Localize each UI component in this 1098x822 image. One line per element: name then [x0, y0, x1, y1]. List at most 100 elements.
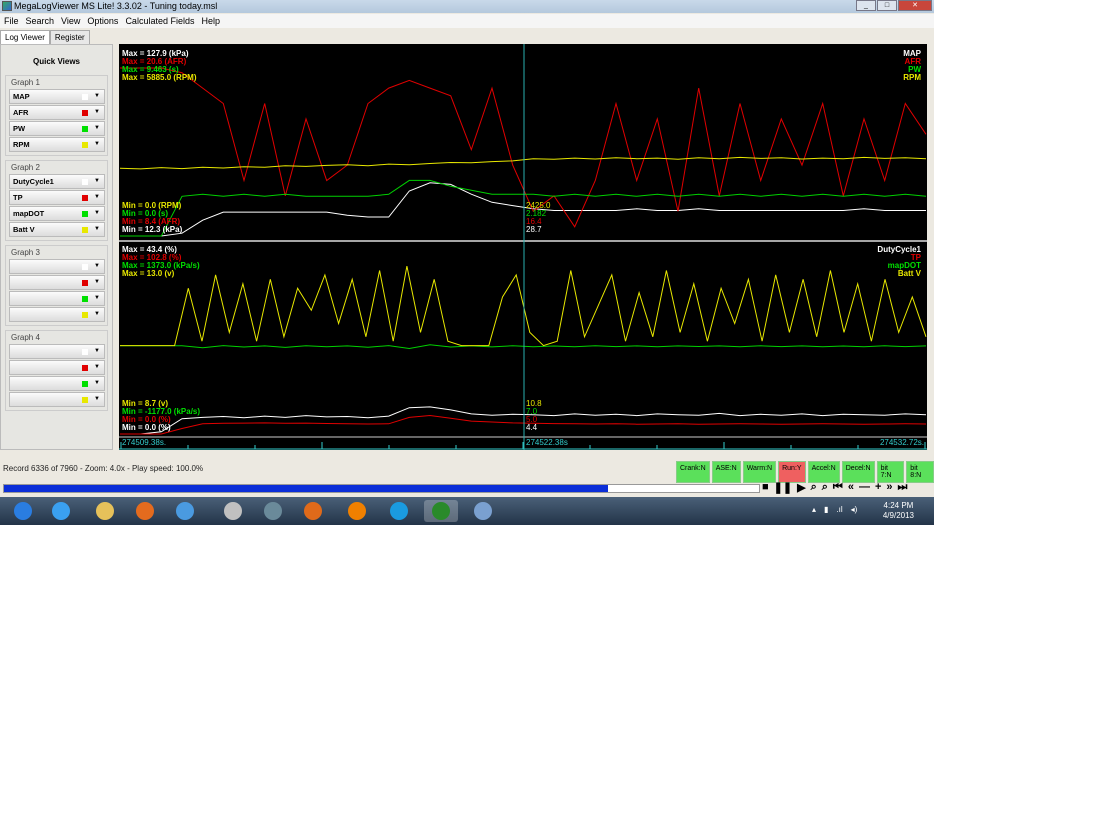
taskbar-megalogviewer-icon[interactable]: [424, 500, 458, 522]
field-selector[interactable]: TP ▼: [9, 190, 105, 205]
volume-icon[interactable]: ◂): [851, 505, 858, 514]
chevron-down-icon[interactable]: ▼: [94, 260, 100, 273]
network-icon[interactable]: .ıl: [836, 505, 842, 514]
chevron-down-icon[interactable]: ▼: [94, 345, 100, 358]
color-swatch: [82, 280, 88, 286]
chevron-down-icon[interactable]: ▼: [94, 175, 100, 188]
taskbar-firefox-icon[interactable]: [296, 500, 330, 522]
time-cursor-label: 274522.38s: [526, 438, 568, 447]
graph1-trace-map: [120, 182, 926, 237]
field-selector[interactable]: ▼: [9, 259, 105, 274]
chevron-down-icon[interactable]: ▼: [94, 308, 100, 321]
tab-log-viewer[interactable]: Log Viewer: [0, 30, 50, 44]
taskbar-media-player-icon[interactable]: [128, 500, 162, 522]
chevron-down-icon[interactable]: ▼: [94, 122, 100, 135]
taskbar-paint-icon[interactable]: [466, 500, 500, 522]
status-flag: ASE:N: [711, 461, 741, 483]
taskbar-internet-explorer-icon[interactable]: [44, 500, 78, 522]
status-flag: bit 8:N: [906, 461, 934, 483]
chevron-down-icon[interactable]: ▼: [94, 191, 100, 204]
play-button[interactable]: ▶: [797, 481, 805, 494]
fast-forward-button[interactable]: »: [886, 481, 892, 494]
menu-calculated-fields[interactable]: Calculated Fields: [125, 14, 194, 28]
field-selector[interactable]: DutyCycle1 ▼: [9, 174, 105, 189]
faster-button[interactable]: +: [875, 481, 881, 494]
field-selector[interactable]: ▼: [9, 360, 105, 375]
legend-label: RPM: [903, 73, 921, 82]
taskbar-start-icon[interactable]: [6, 500, 40, 522]
graph-group-4: Graph 4 ▼ ▼ ▼ ▼: [5, 330, 108, 411]
field-selector[interactable]: Batt V ▼: [9, 222, 105, 237]
playback-progress-bar[interactable]: [3, 484, 760, 493]
menu-help[interactable]: Help: [201, 14, 220, 28]
field-name: RPM: [13, 140, 30, 149]
color-swatch: [82, 211, 88, 217]
field-name: DutyCycle1: [13, 177, 54, 186]
chevron-down-icon[interactable]: ▼: [94, 276, 100, 289]
field-selector[interactable]: RPM ▼: [9, 137, 105, 152]
taskbar-file-explorer-icon[interactable]: [88, 500, 122, 522]
chevron-down-icon[interactable]: ▼: [94, 393, 100, 406]
maximize-button[interactable]: □: [877, 0, 897, 11]
rewind-button[interactable]: «: [848, 481, 854, 494]
clock[interactable]: 4:24 PM 4/9/2013: [883, 501, 914, 521]
graph-area[interactable]: Max = 127.9 (kPa) Max = 20.6 (AFR) Max = 9…: [119, 44, 927, 450]
color-swatch: [82, 296, 88, 302]
chevron-down-icon[interactable]: ▼: [94, 106, 100, 119]
field-selector[interactable]: ▼: [9, 344, 105, 359]
tab-register[interactable]: Register: [49, 30, 90, 44]
color-swatch: [82, 142, 88, 148]
color-swatch: [82, 94, 88, 100]
chevron-down-icon[interactable]: ▼: [94, 207, 100, 220]
menu-file[interactable]: File: [4, 14, 19, 28]
status-text: Record 6336 of 7960 - Zoom: 4.0x - Play …: [3, 464, 204, 473]
field-selector[interactable]: AFR ▼: [9, 105, 105, 120]
chevron-down-icon[interactable]: ▼: [94, 377, 100, 390]
menu-view[interactable]: View: [61, 14, 80, 28]
skip-end-button[interactable]: ⏭: [898, 481, 908, 494]
field-selector[interactable]: MAP ▼: [9, 89, 105, 104]
graph-group-label: Graph 3: [9, 248, 42, 257]
field-selector[interactable]: PW ▼: [9, 121, 105, 136]
quick-views-panel: Quick Views Graph 1 MAP ▼ AFR ▼ PW ▼ RPM ▼ Graph …: [0, 44, 113, 450]
graph-group-1: Graph 1 MAP ▼ AFR ▼ PW ▼ RPM ▼: [5, 75, 108, 156]
field-selector[interactable]: ▼: [9, 307, 105, 322]
clock-date: 4/9/2013: [882, 511, 914, 520]
field-name: AFR: [13, 108, 29, 117]
field-selector[interactable]: ▼: [9, 376, 105, 391]
chevron-down-icon[interactable]: ▼: [94, 138, 100, 151]
field-selector[interactable]: mapDOT ▼: [9, 206, 105, 221]
field-selector[interactable]: ▼: [9, 291, 105, 306]
field-selector[interactable]: ▼: [9, 275, 105, 290]
chevron-down-icon[interactable]: ▼: [94, 223, 100, 236]
graph-canvas[interactable]: [119, 44, 927, 450]
taskbar-vlc-icon[interactable]: [340, 500, 374, 522]
zoom-in-button[interactable]: ⌕: [822, 481, 828, 494]
slower-button[interactable]: —: [859, 481, 870, 494]
taskbar-skype-icon[interactable]: [382, 500, 416, 522]
menu-options[interactable]: Options: [87, 14, 118, 28]
graph2-trace-batt-v: [120, 265, 927, 347]
field-name: Batt V: [13, 225, 35, 234]
pause-button[interactable]: ❚❚: [774, 481, 792, 494]
show-hidden-icons-icon[interactable]: ▴: [812, 505, 816, 514]
skip-start-button[interactable]: ⏮: [833, 481, 843, 494]
zoom-out-button[interactable]: ⌕: [811, 481, 817, 494]
color-swatch: [82, 397, 88, 403]
menu-search[interactable]: Search: [26, 14, 55, 28]
chevron-down-icon[interactable]: ▼: [94, 292, 100, 305]
taskbar-chrome-icon[interactable]: [168, 500, 202, 522]
graph-group-label: Graph 2: [9, 163, 42, 172]
system-tray: ▴ ▮ .ıl ◂): [812, 505, 857, 514]
minimize-button[interactable]: _: [856, 0, 876, 11]
chevron-down-icon[interactable]: ▼: [94, 361, 100, 374]
power-icon[interactable]: ▮: [824, 505, 828, 514]
stop-button[interactable]: ■: [762, 481, 769, 494]
taskbar-remote-desktop-icon[interactable]: [216, 500, 250, 522]
close-button[interactable]: ✕: [898, 0, 932, 11]
chevron-down-icon[interactable]: ▼: [94, 90, 100, 103]
window-title: MegaLogViewer MS Lite! 3.3.02 - Tuning t…: [14, 1, 218, 11]
field-selector[interactable]: ▼: [9, 392, 105, 407]
graph1-trace-rpm: [119, 156, 927, 170]
taskbar-hp-icon[interactable]: [256, 500, 290, 522]
